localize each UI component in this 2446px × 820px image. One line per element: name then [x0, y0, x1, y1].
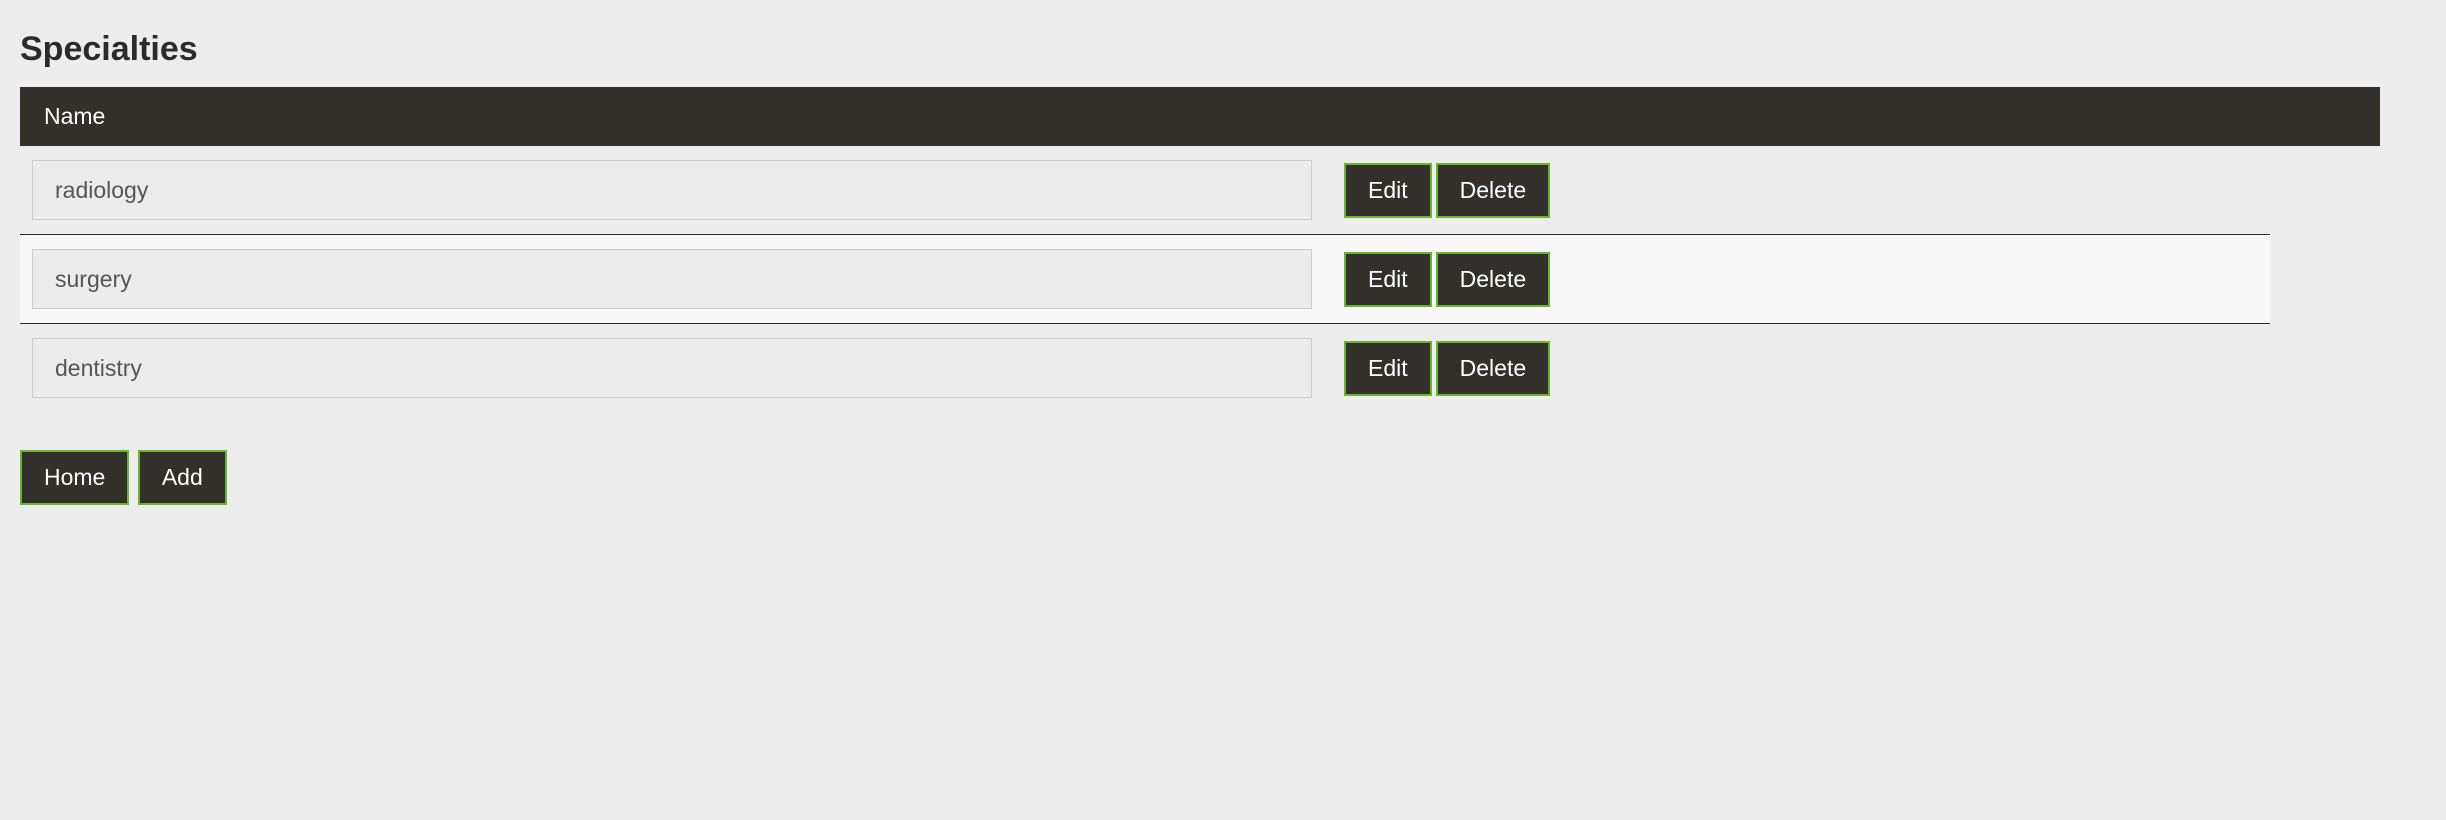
table-row: Edit Delete [20, 146, 2270, 235]
table-row: Edit Delete [20, 235, 2270, 324]
edit-button[interactable]: Edit [1344, 252, 1432, 307]
specialty-name-input[interactable] [32, 160, 1312, 220]
specialty-name-input[interactable] [32, 338, 1312, 398]
actions-bar: Home Add [20, 450, 2426, 505]
add-button[interactable]: Add [138, 450, 227, 505]
delete-button[interactable]: Delete [1436, 163, 1550, 218]
specialty-name-input[interactable] [32, 249, 1312, 309]
page-title: Specialties [20, 30, 2426, 69]
home-button[interactable]: Home [20, 450, 129, 505]
delete-button[interactable]: Delete [1436, 341, 1550, 396]
delete-button[interactable]: Delete [1436, 252, 1550, 307]
edit-button[interactable]: Edit [1344, 163, 1432, 218]
edit-button[interactable]: Edit [1344, 341, 1432, 396]
table-row: Edit Delete [20, 324, 2270, 412]
table-header-name: Name [20, 87, 2380, 146]
specialties-table: Name Edit Delete Edit Delete Edit Delete [20, 87, 2380, 412]
